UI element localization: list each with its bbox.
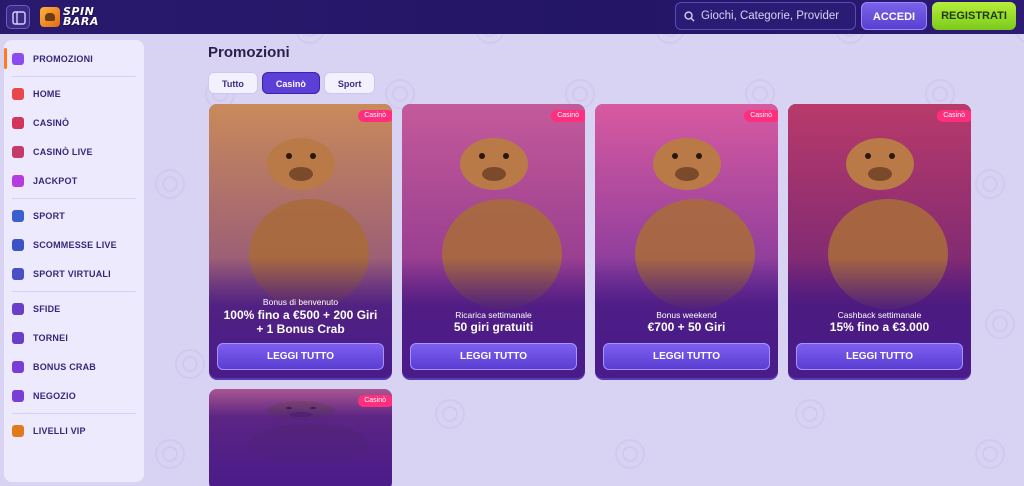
tab-tutto[interactable]: Tutto [208, 72, 258, 94]
read-more-button[interactable]: LEGGI TUTTO [796, 343, 963, 370]
sidebar-divider [12, 198, 136, 199]
sidebar-item-label: NEGOZIO [33, 390, 76, 401]
home-icon [12, 87, 24, 100]
category-badge: Casinò [551, 110, 585, 122]
promo-title-line2: + 1 Bonus Crab [256, 322, 345, 336]
sidebar-item-label: BONUS CRAB [33, 361, 97, 372]
promo-card[interactable]: Casinò Bonus di benvenuto 100% fino a €500… [209, 104, 392, 378]
search-icon [684, 10, 695, 22]
sidebar-divider [12, 291, 136, 292]
sidebar-item-livelli-vip[interactable]: LIVELLI VIP [12, 416, 136, 445]
page-title: Promozioni [208, 44, 290, 61]
category-badge: Casinò [937, 110, 971, 122]
login-button[interactable]: ACCEDI [861, 2, 927, 30]
sidebar-item-negozio[interactable]: NEGOZIO [12, 381, 136, 410]
promo-subtitle: Ricarica settimanale [455, 310, 532, 320]
register-button[interactable]: REGISTRATI [932, 2, 1016, 30]
sidebar-item-label: JACKPOT [33, 175, 78, 186]
dice-icon [12, 174, 24, 187]
crown-icon [12, 424, 24, 437]
tab-casino[interactable]: Casinò [261, 72, 320, 94]
sidebar-item-tornei[interactable]: TORNEI [12, 323, 136, 352]
category-badge: Casinò [358, 395, 392, 407]
sidebar-item-label: TORNEI [33, 332, 69, 343]
read-more-button[interactable]: LEGGI TUTTO [217, 343, 384, 370]
sidebar-item-label: CASINÒ LIVE [33, 146, 93, 157]
sidebar-item-label: SPORT [33, 210, 66, 221]
sidebar-item-sport[interactable]: SPORT [12, 201, 136, 230]
sidebar-divider [12, 413, 136, 414]
sidebar-item-bonus-crab[interactable]: BONUS CRAB [12, 352, 136, 381]
site-logo[interactable]: SPIN BARA [40, 3, 106, 31]
crab-icon [12, 360, 24, 373]
sidebar-toggle-button[interactable] [6, 5, 30, 29]
sidebar-divider [12, 76, 136, 77]
sidebar-item-jackpot[interactable]: JACKPOT [12, 166, 136, 195]
ball-icon [12, 209, 24, 222]
sidebar-item-label: SPORT VIRTUALI [33, 268, 111, 279]
sidebar-item-sfide[interactable]: SFIDE [12, 294, 136, 323]
sidebar-item-label: HOME [33, 88, 61, 99]
trophy-icon [12, 331, 24, 344]
tab-sport[interactable]: Sport [323, 72, 376, 94]
promo-subtitle: Cashback settimanale [837, 310, 922, 320]
sidebar-item-label: CASINÒ [33, 117, 70, 128]
target-icon [12, 302, 24, 315]
sidebar-item-casinò-live[interactable]: CASINÒ LIVE [12, 137, 136, 166]
sidebar-item-label: PROMOZIONI [33, 53, 93, 64]
sidebar-item-scommesse-live[interactable]: SCOMMESSE LIVE [12, 230, 136, 259]
sidebar-item-label: SFIDE [33, 303, 61, 314]
category-badge: Casinò [358, 110, 392, 122]
read-more-button[interactable]: LEGGI TUTTO [603, 343, 770, 370]
promo-title: 100% fino a €500 + 200 Giri [223, 308, 378, 322]
search-box[interactable] [675, 2, 856, 30]
sidebar: PROMOZIONI HOME CASINÒ CASINÒ LIVE JACKPOT SP… [4, 40, 144, 482]
promo-title: 50 giri gratuiti [453, 320, 534, 334]
sidebar-item-label: LIVELLI VIP [33, 425, 86, 436]
roulette-icon [12, 145, 24, 158]
category-tabs: Tutto Casinò Sport [208, 72, 376, 94]
capybara-logo-icon [40, 7, 60, 27]
sidebar-item-label: SCOMMESSE LIVE [33, 239, 117, 250]
monitor-icon [12, 267, 24, 280]
promo-subtitle: Bonus di benvenuto [262, 297, 339, 307]
sidebar-item-casinò[interactable]: CASINÒ [12, 108, 136, 137]
promo-card[interactable]: Casinò [209, 389, 392, 486]
sidebar-item-sport-virtuali[interactable]: SPORT VIRTUALI [12, 259, 136, 288]
promo-card[interactable]: Casinò Cashback settimanale 15% fino a €3.… [788, 104, 971, 378]
search-input[interactable] [701, 10, 851, 22]
top-bar: SPIN BARA ACCEDI REGISTRATI [0, 0, 1024, 34]
coin-icon [12, 389, 24, 402]
promo-card[interactable]: Casinò Bonus weekend €700 + 50 Giri LEGGI T… [595, 104, 778, 378]
cards-icon [12, 116, 24, 129]
tv-icon [12, 238, 24, 251]
logo-text-line2: BARA [63, 15, 99, 28]
sidebar-toggle-icon [12, 11, 26, 25]
sidebar-item-home[interactable]: HOME [12, 79, 136, 108]
sidebar-item-promozioni[interactable]: PROMOZIONI [4, 44, 136, 73]
promo-card[interactable]: Casinò Ricarica settimanale 50 giri gratui… [402, 104, 585, 378]
promo-subtitle: Bonus weekend [656, 310, 717, 320]
category-badge: Casinò [744, 110, 778, 122]
promo-title: 15% fino a €3.000 [829, 320, 930, 334]
promo-title: €700 + 50 Giri [647, 320, 726, 334]
gift-icon [12, 52, 24, 65]
read-more-button[interactable]: LEGGI TUTTO [410, 343, 577, 370]
